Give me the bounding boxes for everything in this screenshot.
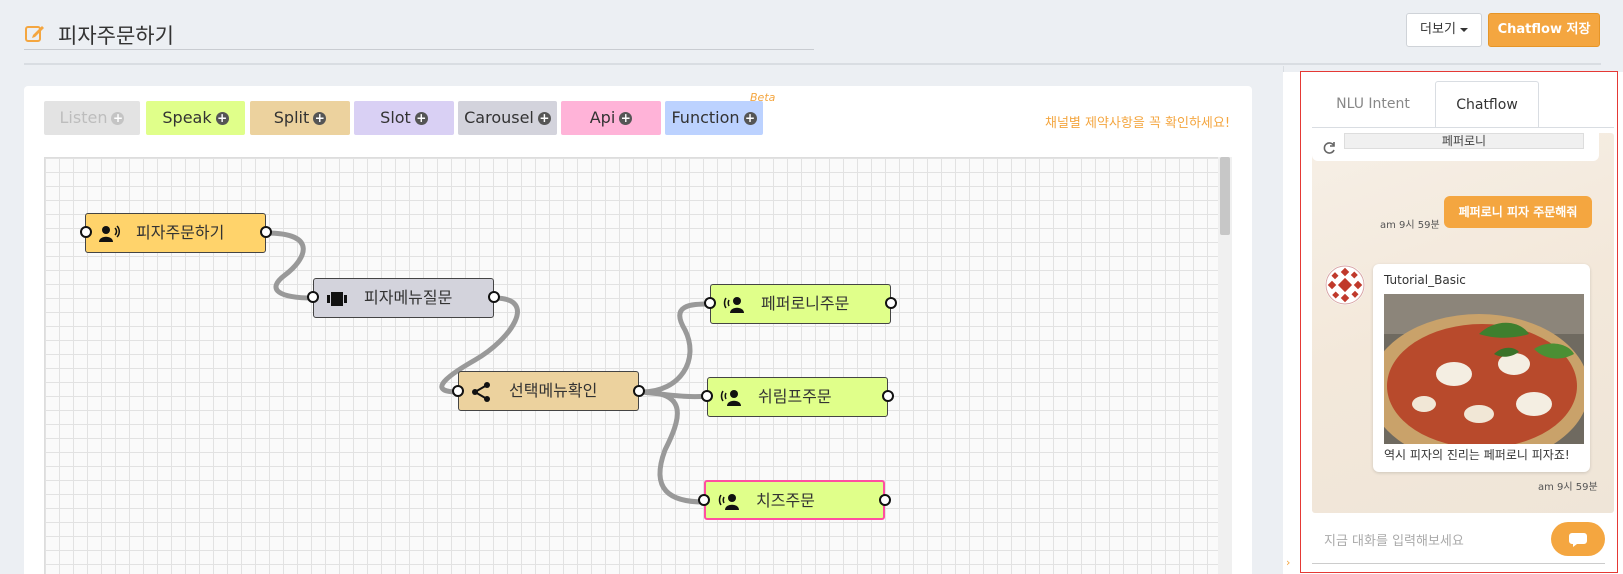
node-label: 페퍼로니주문 — [761, 294, 850, 313]
bot-name: Tutorial_Basic — [1384, 273, 1466, 287]
bot-avatar — [1325, 265, 1365, 305]
pizza-image — [1384, 294, 1584, 444]
node-label: 피자주문하기 — [136, 223, 225, 242]
share-icon — [472, 382, 490, 402]
palette-listen-label: Listen — [59, 108, 108, 127]
plus-icon: + — [111, 111, 125, 125]
input-port[interactable] — [307, 291, 319, 303]
refresh-icon[interactable] — [1322, 141, 1336, 155]
chevron-right-icon[interactable]: › — [1286, 556, 1290, 569]
user-message-time: am 9시 59분 — [1380, 220, 1440, 231]
previous-option-button[interactable]: 페퍼로니 — [1344, 133, 1584, 149]
flow-node-slot[interactable]: 피자메뉴질문 — [313, 278, 494, 318]
palette-slot-button[interactable]: Slot + — [354, 101, 454, 135]
canvas-scrollbar-thumb[interactable] — [1220, 157, 1230, 235]
output-port[interactable] — [488, 291, 500, 303]
bot-message-time: am 9시 59분 — [1538, 482, 1598, 493]
plus-icon: + — [313, 111, 327, 125]
speak-icon — [723, 297, 744, 313]
node-label: 피자메뉴질문 — [364, 288, 453, 307]
palette-function-label: Function — [671, 108, 740, 127]
palette-listen-button[interactable]: Listen + — [44, 101, 140, 135]
save-chatflow-button[interactable]: Chatflow 저장 — [1488, 13, 1600, 47]
palette-slot-label: Slot — [380, 108, 411, 127]
node-label: 쉬림프주문 — [758, 387, 832, 406]
plus-icon: + — [215, 111, 229, 125]
caret-down-icon — [1459, 27, 1468, 32]
more-button[interactable]: 더보기 — [1406, 13, 1482, 47]
input-port[interactable] — [80, 226, 92, 238]
output-port[interactable] — [882, 390, 894, 402]
beta-badge: Beta — [750, 91, 776, 104]
chat-input[interactable]: 지금 대화를 입력해보세요 — [1324, 530, 1464, 549]
palette-api-button[interactable]: Api + — [561, 101, 661, 135]
page-title: 피자주문하기 — [58, 24, 174, 48]
node-label: 선택메뉴확인 — [509, 381, 598, 400]
node-label: 치즈주문 — [756, 491, 815, 510]
bot-logo-icon — [1325, 265, 1365, 305]
channel-notice[interactable]: 채널별 제약사항을 꼭 확인하세요! — [1045, 112, 1230, 131]
tab-chatflow[interactable]: Chatflow — [1435, 81, 1539, 127]
flow-node-speak[interactable]: 페퍼로니주문 — [710, 284, 891, 324]
listen-icon — [99, 225, 120, 242]
output-port[interactable] — [633, 385, 645, 397]
edit-icon — [25, 26, 44, 42]
input-port[interactable] — [704, 297, 716, 309]
plus-icon: + — [414, 111, 428, 125]
send-button[interactable] — [1551, 522, 1605, 556]
bot-message-text: 역시 피자의 진리는 페퍼로니 피자죠! — [1384, 448, 1570, 462]
palette-function-button[interactable]: Function + — [665, 101, 763, 135]
input-underline — [1312, 563, 1605, 564]
plus-icon: + — [743, 111, 757, 125]
output-port[interactable] — [879, 494, 891, 506]
plus-icon: + — [537, 111, 551, 125]
flow-node-speak-selected[interactable]: 치즈주문 — [704, 480, 885, 520]
palette-carousel-button[interactable]: Carousel + — [458, 101, 557, 135]
tab-nlu-intent[interactable]: NLU Intent — [1312, 81, 1434, 127]
flow-node-listen[interactable]: 피자주문하기 — [85, 213, 266, 253]
more-button-label: 더보기 — [1420, 22, 1456, 37]
input-port[interactable] — [698, 494, 710, 506]
slot-icon — [327, 292, 347, 306]
header-divider — [24, 63, 1601, 65]
palette-split-label: Split — [273, 108, 310, 127]
plus-icon: + — [619, 111, 633, 125]
speak-icon — [718, 494, 739, 510]
speak-icon — [720, 390, 741, 406]
output-port[interactable] — [885, 297, 897, 309]
user-message-bubble: 페퍼로니 피자 주문해줘 — [1444, 196, 1592, 228]
input-port[interactable] — [701, 390, 713, 402]
palette-speak-label: Speak — [162, 108, 212, 127]
palette-api-label: Api — [589, 108, 616, 127]
flow-node-split[interactable]: 선택메뉴확인 — [458, 371, 639, 411]
palette-speak-button[interactable]: Speak + — [146, 101, 245, 135]
input-port[interactable] — [452, 385, 464, 397]
palette-carousel-label: Carousel — [464, 108, 534, 127]
chatflow-title[interactable]: 피자주문하기 — [24, 18, 814, 50]
tab-divider — [1312, 127, 1614, 128]
output-port[interactable] — [260, 226, 272, 238]
palette-split-button[interactable]: Split + — [250, 101, 350, 135]
chat-bubble-icon — [1569, 533, 1587, 547]
flow-node-speak[interactable]: 쉬림프주문 — [707, 377, 888, 417]
